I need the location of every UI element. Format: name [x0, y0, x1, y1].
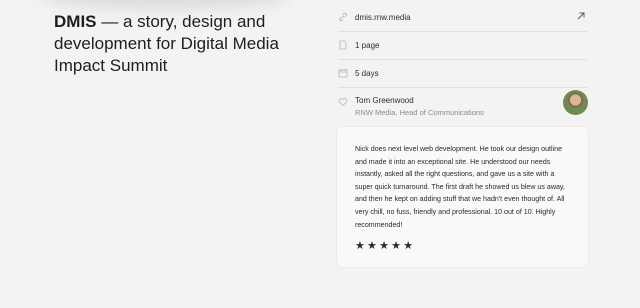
- avatar: [563, 90, 588, 115]
- author-role: RNW Media, Head of Communications: [355, 108, 484, 117]
- heart-icon: [338, 98, 348, 107]
- duration-row: 5 days: [338, 60, 588, 88]
- page-icon: [339, 40, 347, 50]
- top-shadow: [40, 0, 290, 8]
- author-name: Tom Greenwood: [355, 96, 414, 105]
- pages-count: 1 page: [355, 41, 380, 50]
- website-link[interactable]: dmis.rnw.media: [355, 13, 411, 22]
- website-link-row[interactable]: dmis.rnw.media: [338, 4, 588, 32]
- external-arrow-icon[interactable]: [576, 11, 586, 21]
- testimonial-author: Tom Greenwood RNW Media, Head of Communi…: [338, 88, 588, 122]
- project-meta: dmis.rnw.media 1 page 5 days Tom Greenwo…: [338, 4, 588, 122]
- link-icon: [339, 12, 347, 22]
- project-title-bold: DMIS: [54, 12, 97, 31]
- testimonial-quote: Nick does next level web development. He…: [355, 145, 565, 229]
- testimonial-card: Nick does next level web development. He…: [337, 127, 588, 267]
- star-rating: ★★★★★: [355, 240, 416, 252]
- project-title: DMIS — a story, design and development f…: [54, 11, 284, 77]
- calendar-icon: [338, 69, 348, 78]
- duration: 5 days: [355, 69, 379, 78]
- pages-row: 1 page: [338, 32, 588, 60]
